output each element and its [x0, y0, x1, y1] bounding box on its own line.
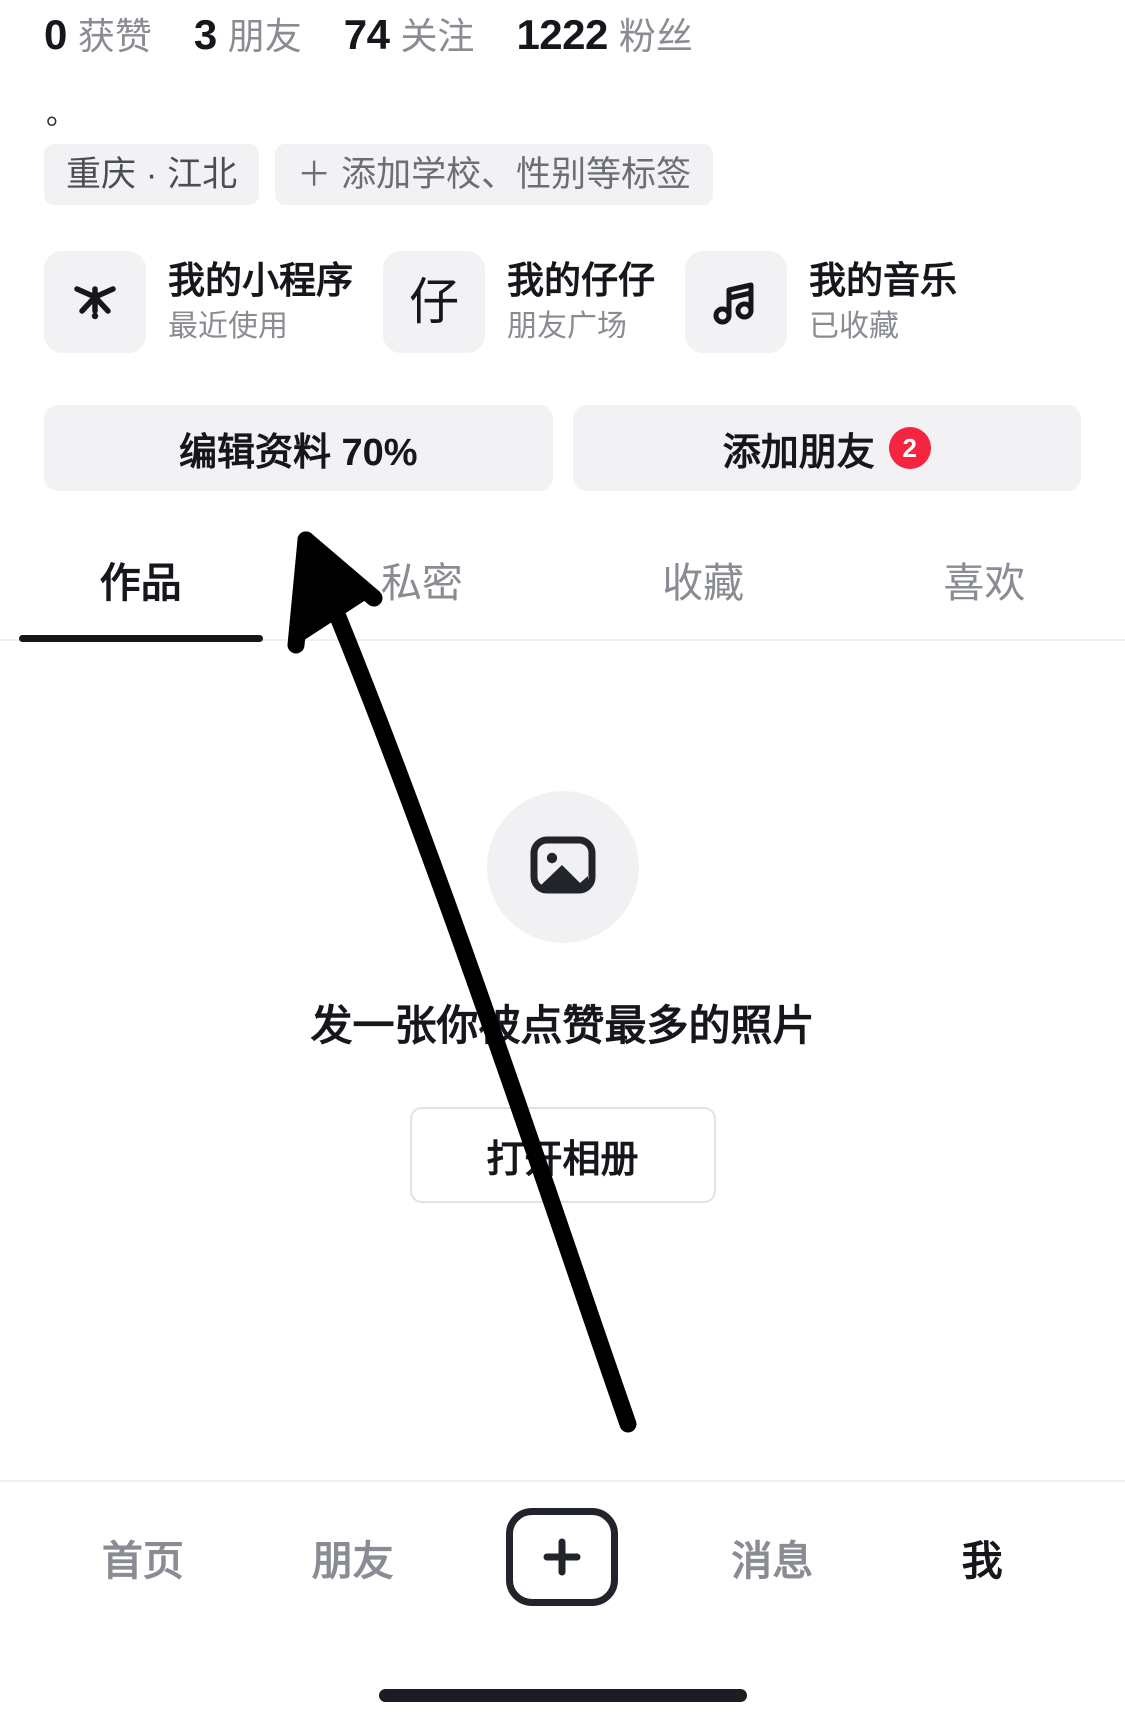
- edit-profile-label: 编辑资料 70%: [178, 431, 418, 474]
- shortcut-card-title: 我的小程序: [168, 260, 353, 301]
- nav-item-messages[interactable]: 消息: [667, 1527, 877, 1587]
- stat-label: 朋友: [227, 16, 302, 57]
- shortcut-card-zaizai[interactable]: 仔 我的仔仔 朋友广场: [383, 251, 655, 353]
- add-friend-label: 添加朋友: [722, 431, 875, 474]
- empty-state-title: 发一张你被点赞最多的照片: [310, 1002, 815, 1049]
- profile-bio[interactable]: 。: [0, 56, 1125, 134]
- shortcut-card-mini-program[interactable]: 我的小程序 最近使用: [44, 251, 353, 353]
- tag-chip-add-tags[interactable]: ＋添加学校、性别等标签: [275, 144, 714, 205]
- plus-icon: ＋: [297, 156, 332, 194]
- stat-value: 3: [193, 11, 217, 58]
- stat-item-followers[interactable]: 1222 粉丝: [516, 14, 692, 56]
- tab-collections[interactable]: 收藏: [563, 549, 844, 639]
- home-indicator: [378, 1689, 747, 1702]
- tab-label: 喜欢: [943, 560, 1026, 606]
- empty-state: 发一张你被点赞最多的照片 打开相册: [0, 641, 1125, 1203]
- stat-value: 0: [44, 11, 67, 58]
- status-badge: 2: [888, 427, 931, 469]
- nav-item-create[interactable]: [458, 1508, 668, 1606]
- music-note-icon: [685, 251, 787, 353]
- shortcut-card-text: 我的仔仔 朋友广场: [507, 262, 655, 342]
- nav-item-friends[interactable]: 朋友: [248, 1527, 458, 1587]
- nav-item-label: 朋友: [311, 1538, 394, 1584]
- plus-icon[interactable]: [506, 1508, 619, 1606]
- stat-label: 关注: [400, 16, 475, 57]
- open-album-label: 打开相册: [486, 1138, 639, 1181]
- stat-item-likes[interactable]: 0 获赞: [44, 14, 152, 56]
- nav-item-label: 首页: [101, 1538, 184, 1584]
- tab-likes[interactable]: 喜欢: [844, 549, 1125, 639]
- tab-private[interactable]: 私密: [281, 549, 562, 639]
- add-friend-button[interactable]: 添加朋友 2: [572, 405, 1081, 491]
- stat-value: 1222: [516, 11, 608, 58]
- shortcut-card-title: 我的仔仔: [507, 260, 655, 301]
- nav-item-label: 我: [961, 1538, 1003, 1584]
- nav-item-home[interactable]: 首页: [38, 1527, 248, 1587]
- shortcut-card-title: 我的音乐: [809, 260, 957, 301]
- stat-label: 粉丝: [618, 16, 693, 57]
- bottom-navigation-bar: 首页 朋友 消息 我: [0, 1480, 1125, 1734]
- profile-stats-row: 0 获赞 3 朋友 74 关注 1222 粉丝: [0, 0, 1125, 56]
- tab-works[interactable]: 作品: [0, 549, 281, 642]
- tab-label: 作品: [99, 560, 182, 606]
- tab-label: 私密: [380, 560, 463, 606]
- empty-state-icon-circle: [486, 791, 639, 943]
- mini-program-icon: [44, 251, 146, 353]
- shortcut-cards-row[interactable]: 我的小程序 最近使用 仔 我的仔仔 朋友广场 我的音乐 已收藏: [0, 205, 1125, 353]
- stat-label: 获赞: [77, 16, 152, 57]
- shortcut-card-subtitle: 最近使用: [168, 310, 288, 343]
- profile-action-buttons: 编辑资料 70% 添加朋友 2: [0, 353, 1125, 491]
- edit-profile-button[interactable]: 编辑资料 70%: [44, 405, 553, 491]
- tag-chip-label: 重庆 · 江北: [66, 155, 238, 194]
- nav-item-label: 消息: [731, 1538, 814, 1584]
- shortcut-card-subtitle: 已收藏: [809, 310, 899, 343]
- stat-value: 74: [343, 11, 390, 58]
- shortcut-card-music[interactable]: 我的音乐 已收藏: [685, 251, 957, 353]
- profile-tabs: 作品 私密 收藏 喜欢: [0, 491, 1125, 642]
- bottom-nav-items: 首页 朋友 消息 我: [0, 1482, 1125, 1632]
- stat-item-following[interactable]: 74 关注: [344, 14, 475, 56]
- profile-tags-row: 重庆 · 江北 ＋添加学校、性别等标签: [0, 134, 1125, 205]
- open-album-button[interactable]: 打开相册: [409, 1107, 716, 1203]
- zaizai-character-icon: 仔: [383, 251, 485, 353]
- tab-label: 收藏: [662, 560, 745, 606]
- tag-chip-label: 添加学校、性别等标签: [341, 155, 692, 194]
- stat-item-friends[interactable]: 3 朋友: [194, 14, 302, 56]
- shortcut-card-text: 我的音乐 已收藏: [809, 262, 957, 342]
- shortcut-card-subtitle: 朋友广场: [507, 310, 627, 343]
- zaizai-glyph: 仔: [409, 273, 459, 331]
- image-placeholder-icon: [522, 824, 604, 911]
- tab-active-underline: [18, 635, 263, 642]
- tag-chip-location[interactable]: 重庆 · 江北: [44, 144, 260, 205]
- shortcut-card-text: 我的小程序 最近使用: [168, 262, 353, 342]
- nav-item-me[interactable]: 我: [877, 1527, 1087, 1587]
